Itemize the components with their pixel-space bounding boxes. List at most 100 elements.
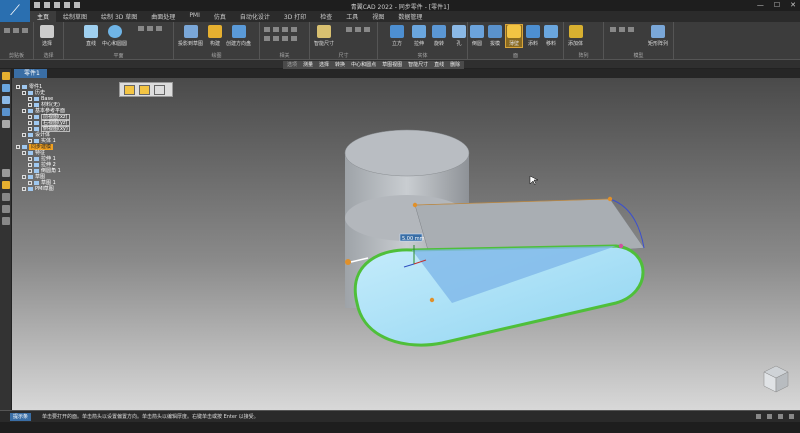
polygon-icon[interactable] bbox=[156, 26, 162, 31]
vertex-handle[interactable] bbox=[412, 202, 418, 208]
draft-button[interactable]: 拔模 bbox=[488, 25, 502, 47]
mirror-icon[interactable] bbox=[628, 27, 634, 32]
tab-3d-print[interactable]: 3D 打印 bbox=[277, 11, 313, 22]
tab-sketch[interactable]: 绘制草图 bbox=[56, 11, 94, 22]
tab-inspect[interactable]: 检查 bbox=[313, 11, 339, 22]
pattern-rect-icon[interactable] bbox=[610, 27, 616, 32]
vertex-handle[interactable] bbox=[429, 297, 435, 303]
model-canvas[interactable]: 5.00 mm bbox=[12, 78, 800, 410]
rect-icon[interactable] bbox=[147, 26, 153, 31]
projection-button[interactable]: 投影到草图 bbox=[178, 25, 203, 47]
dim-chain-icon[interactable] bbox=[364, 27, 370, 32]
trim-button[interactable]: 构建 bbox=[208, 25, 222, 47]
paste-icon[interactable] bbox=[4, 28, 10, 33]
tab-view[interactable]: 视图 bbox=[365, 11, 391, 22]
cmd-select[interactable]: 选择 bbox=[317, 61, 331, 69]
relate-equal-icon[interactable] bbox=[264, 36, 270, 41]
accept-select-icon[interactable] bbox=[154, 85, 165, 95]
tree-checkbox-icon[interactable] bbox=[16, 145, 20, 149]
tab-auto-design[interactable]: 自动化设计 bbox=[233, 11, 277, 22]
dim-radius-icon[interactable] bbox=[355, 27, 361, 32]
face-select-icon[interactable] bbox=[124, 85, 135, 95]
relate-coincident-icon[interactable] bbox=[282, 36, 288, 41]
sensor-icon[interactable] bbox=[2, 169, 10, 177]
tree-checkbox-icon[interactable] bbox=[22, 175, 26, 179]
properties-icon[interactable] bbox=[2, 120, 10, 128]
pathfinder-icon[interactable] bbox=[2, 72, 10, 80]
relate-parallel-icon[interactable] bbox=[291, 27, 297, 32]
copy-icon[interactable] bbox=[13, 28, 19, 33]
minimize-icon[interactable]: — bbox=[757, 1, 764, 9]
tab-simulation[interactable]: 仿真 bbox=[207, 11, 233, 22]
tree-item[interactable]: PMI草图 bbox=[16, 186, 116, 192]
tree-checkbox-icon[interactable] bbox=[22, 151, 26, 155]
library-icon[interactable] bbox=[2, 96, 10, 104]
cmd-options[interactable]: 选项 bbox=[285, 61, 299, 69]
relate-sym-icon[interactable] bbox=[291, 36, 297, 41]
grid-icon[interactable] bbox=[2, 205, 10, 213]
chain-select-icon[interactable] bbox=[139, 85, 150, 95]
snap-icon[interactable] bbox=[2, 217, 10, 225]
settings-icon[interactable] bbox=[2, 193, 10, 201]
tree-checkbox-icon[interactable] bbox=[16, 85, 20, 89]
rotate-icon[interactable] bbox=[778, 414, 783, 419]
create-3d-button[interactable]: 创建方向盘 bbox=[226, 25, 251, 47]
pan-icon[interactable] bbox=[767, 414, 772, 419]
hole-button[interactable]: 孔 bbox=[452, 25, 466, 47]
cmd-convert[interactable]: 转换 bbox=[333, 61, 347, 69]
view-cube[interactable] bbox=[763, 365, 789, 393]
relate-vertical-icon[interactable] bbox=[273, 27, 279, 32]
feature-library-icon[interactable] bbox=[2, 108, 10, 116]
fit-icon[interactable] bbox=[789, 414, 794, 419]
tab-data-mgmt[interactable]: 数据管理 bbox=[391, 11, 429, 22]
add-body-button[interactable]: 添加体 bbox=[568, 25, 583, 47]
alerts-icon[interactable] bbox=[2, 181, 10, 189]
tree-checkbox-icon[interactable] bbox=[28, 127, 32, 131]
tab-3d-sketch[interactable]: 绘制 3D 草图 bbox=[94, 11, 144, 22]
tree-checkbox-icon[interactable] bbox=[22, 133, 26, 137]
tree-checkbox-icon[interactable] bbox=[22, 187, 26, 191]
vertex-handle[interactable] bbox=[618, 243, 624, 249]
vertex-handle[interactable] bbox=[607, 196, 613, 202]
tree-checkbox-icon[interactable] bbox=[28, 139, 32, 143]
tree-checkbox-icon[interactable] bbox=[28, 169, 32, 173]
document-tab[interactable]: 零件1 bbox=[14, 69, 47, 78]
close-icon[interactable]: ✕ bbox=[790, 1, 796, 9]
3d-viewport[interactable]: 5.00 mm 零件1 历史 Base 材料(无) 基本参考平面 前视图(xz) 右视图(y… bbox=[12, 78, 800, 410]
cmd-center-point[interactable]: 中心和圆点 bbox=[349, 61, 378, 69]
rib-button[interactable]: 添料 bbox=[526, 25, 540, 47]
extrude-button[interactable]: 拉伸 bbox=[412, 25, 426, 47]
tree-checkbox-icon[interactable] bbox=[28, 103, 32, 107]
revolve-button[interactable]: 旋转 bbox=[432, 25, 446, 47]
tree-checkbox-icon[interactable] bbox=[22, 109, 26, 113]
tab-surface[interactable]: 曲面处理 bbox=[144, 11, 182, 22]
cmd-line[interactable]: 直线 bbox=[432, 61, 446, 69]
thin-wall-button[interactable]: 薄壁 bbox=[505, 24, 523, 48]
dim-angle-icon[interactable] bbox=[346, 27, 352, 32]
cmd-sketch-view[interactable]: 草图视图 bbox=[380, 61, 404, 69]
cmd-delete[interactable]: 删除 bbox=[448, 61, 462, 69]
tree-checkbox-icon[interactable] bbox=[28, 163, 32, 167]
center-circle-button[interactable]: 中心和圆圆 bbox=[102, 25, 127, 47]
zoom-icon[interactable] bbox=[756, 414, 761, 419]
cmd-smart-dim[interactable]: 智能尺寸 bbox=[406, 61, 430, 69]
relate-fix-icon[interactable] bbox=[273, 36, 279, 41]
line-button[interactable]: 直线 bbox=[84, 25, 98, 47]
select-button[interactable]: 选择 bbox=[40, 25, 54, 47]
offset-button[interactable]: 移料 bbox=[544, 25, 558, 47]
cmd-measure[interactable]: 测量 bbox=[301, 61, 315, 69]
tree-checkbox-icon[interactable] bbox=[28, 121, 32, 125]
tree-checkbox-icon[interactable] bbox=[28, 115, 32, 119]
cube-button[interactable]: 立方 bbox=[390, 25, 404, 47]
arc-icon[interactable] bbox=[138, 26, 144, 31]
relate-horizontal-icon[interactable] bbox=[264, 27, 270, 32]
tree-checkbox-icon[interactable] bbox=[28, 157, 32, 161]
tab-tools[interactable]: 工具 bbox=[339, 11, 365, 22]
tree-checkbox-icon[interactable] bbox=[28, 97, 32, 101]
pattern-circ-icon[interactable] bbox=[619, 27, 625, 32]
layers-icon[interactable] bbox=[2, 84, 10, 92]
round-button[interactable]: 倒圆 bbox=[470, 25, 484, 47]
direction-handle[interactable] bbox=[345, 259, 351, 265]
relate-tangent-icon[interactable] bbox=[282, 27, 288, 32]
cut-icon[interactable] bbox=[22, 28, 28, 33]
